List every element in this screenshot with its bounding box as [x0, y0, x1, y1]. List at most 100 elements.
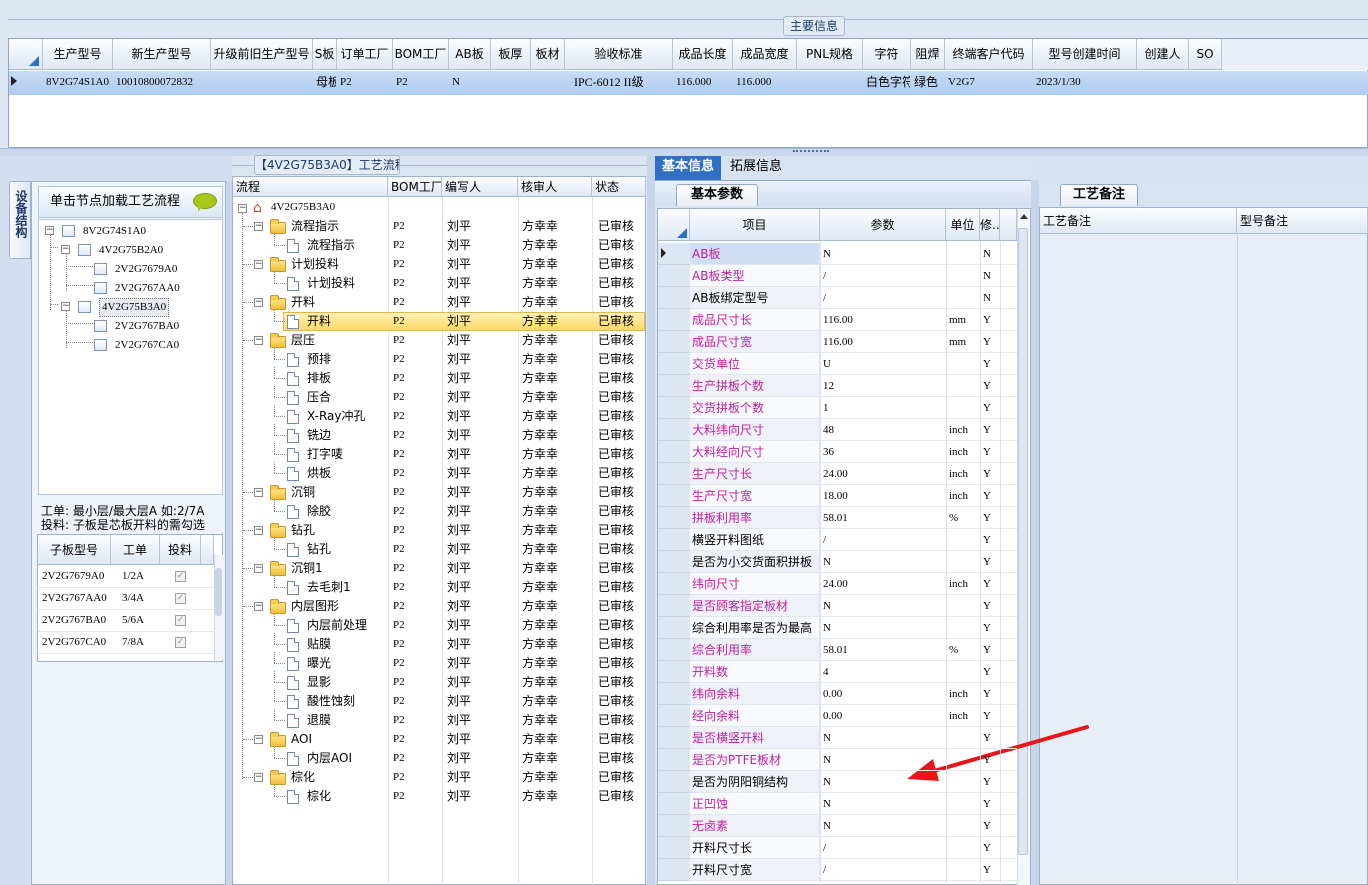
tree-node-4[interactable]: 4V2G75B3A0 — [99, 298, 170, 317]
row-indicator-cell[interactable] — [658, 331, 690, 353]
flow-step-18[interactable]: 沉铜1 — [291, 559, 323, 578]
cell-0[interactable]: 8V2G74S1A0 — [46, 73, 112, 92]
flow-col-0[interactable]: 流程 — [233, 177, 388, 197]
param-value-2[interactable]: / — [823, 287, 826, 309]
col-header-1[interactable]: 新生产型号 — [113, 39, 211, 70]
param-value-12[interactable]: 58.01 — [823, 507, 848, 529]
param-value-16[interactable]: N — [823, 595, 831, 617]
expander-14[interactable]: − — [254, 488, 263, 497]
row-indicator-cell[interactable] — [658, 551, 690, 573]
col-header-2[interactable]: 升级前旧生产型号 — [211, 39, 313, 70]
flow-substep-21[interactable]: 内层前处理 — [307, 616, 367, 635]
row-indicator-cell[interactable] — [658, 463, 690, 485]
horizontal-splitter[interactable] — [0, 148, 1368, 156]
col-header-5[interactable]: BOM工厂 — [393, 39, 449, 70]
expander-29[interactable]: − — [254, 773, 263, 782]
scroll-up-icon[interactable] — [1020, 214, 1028, 219]
param-value-27[interactable]: / — [823, 837, 826, 859]
sub-row-model[interactable]: 2V2G767BA0 — [42, 611, 106, 630]
sub-row-workorder[interactable]: 5/6A — [122, 611, 144, 630]
param-value-1[interactable]: / — [823, 265, 826, 287]
param-value-28[interactable]: / — [823, 859, 826, 881]
flow-substep-19[interactable]: 去毛刺1 — [307, 578, 351, 597]
cell-18[interactable] — [1192, 73, 1221, 92]
sub-row-workorder[interactable]: 1/2A — [122, 567, 144, 586]
param-value-23[interactable]: N — [823, 749, 831, 771]
cell-6[interactable]: N — [452, 73, 490, 92]
flow-step-27[interactable]: AOI — [291, 730, 312, 749]
cell-15[interactable]: V2G7 — [948, 73, 1032, 92]
flow-substep-8[interactable]: 排板 — [307, 369, 331, 388]
flow-step-20[interactable]: 内层图形 — [291, 597, 339, 616]
col-header-12[interactable]: PNL规格 — [797, 39, 863, 70]
cell-9[interactable]: IPC-6012 II级 — [568, 73, 672, 92]
col-header-15[interactable]: 终端客户代码 — [945, 39, 1033, 70]
col-header-3[interactable]: S板 — [313, 39, 337, 70]
param-value-3[interactable]: 116.00 — [823, 309, 853, 331]
row-indicator-cell[interactable] — [658, 441, 690, 463]
param-item-11[interactable]: 生产尺寸宽 — [692, 485, 820, 507]
cell-17[interactable] — [1140, 73, 1188, 92]
param-value-24[interactable]: N — [823, 771, 831, 793]
flow-substep-28[interactable]: 内层AOI — [307, 749, 352, 768]
subtab-basic-params[interactable]: 基本参数 — [676, 184, 758, 206]
col-header-4[interactable]: 订单工厂 — [337, 39, 393, 70]
sub-row-workorder[interactable]: 3/4A — [122, 589, 144, 608]
params-col-0[interactable]: 项目 — [690, 209, 820, 241]
tab-basic-info[interactable]: 基本信息 — [655, 156, 721, 180]
col-header-0[interactable]: 生产型号 — [43, 39, 113, 70]
row-indicator-cell[interactable] — [658, 595, 690, 617]
param-item-18[interactable]: 综合利用率 — [692, 639, 820, 661]
params-col-1[interactable]: 参数 — [820, 209, 946, 241]
flow-substep-30[interactable]: 棕化 — [307, 787, 331, 806]
cell-12[interactable] — [800, 73, 862, 92]
flow-substep-1[interactable]: 流程指示 — [307, 236, 355, 255]
param-item-17[interactable]: 综合利用率是否为最高 — [692, 617, 820, 639]
sub-row-model[interactable]: 2V2G767CA0 — [42, 633, 106, 652]
param-value-9[interactable]: 36 — [823, 441, 834, 463]
param-value-26[interactable]: N — [823, 815, 831, 837]
cell-1[interactable]: 10010800072832 — [116, 73, 210, 92]
flow-step-29[interactable]: 棕化 — [291, 768, 315, 787]
feed-checkbox[interactable]: ✓ — [175, 571, 186, 582]
sub-row-model[interactable]: 2V2G767AA0 — [42, 589, 107, 608]
tree-node-0[interactable]: 8V2G74S1A0 — [83, 222, 146, 241]
row-indicator-cell[interactable] — [658, 661, 690, 683]
tree-node-3[interactable]: 2V2G767AA0 — [115, 279, 180, 298]
cell-7[interactable] — [494, 73, 530, 92]
row-indicator-cell[interactable] — [658, 749, 690, 771]
param-value-25[interactable]: N — [823, 793, 831, 815]
param-value-4[interactable]: 116.00 — [823, 331, 853, 353]
feed-checkbox[interactable]: ✓ — [175, 615, 186, 626]
notes-col-process[interactable]: 工艺备注 — [1040, 208, 1237, 234]
param-value-10[interactable]: 24.00 — [823, 463, 848, 485]
cell-14[interactable]: 绿色 — [914, 73, 944, 92]
flow-step-14[interactable]: 沉铜 — [291, 483, 315, 502]
flow-substep-23[interactable]: 曝光 — [307, 654, 331, 673]
expander-6[interactable]: − — [254, 336, 263, 345]
param-item-10[interactable]: 生产尺寸长 — [692, 463, 820, 485]
cell-8[interactable] — [534, 73, 564, 92]
param-value-20[interactable]: 0.00 — [823, 683, 842, 705]
cell-2[interactable] — [214, 73, 312, 92]
flow-step-4[interactable]: 开料 — [291, 293, 315, 312]
flow-root[interactable]: 4V2G75B3A0 — [271, 198, 335, 217]
row-indicator-cell[interactable] — [658, 309, 690, 331]
flow-step-2[interactable]: 计划投料 — [291, 255, 339, 274]
param-item-19[interactable]: 开料数 — [692, 661, 820, 683]
tree-node-1[interactable]: 4V2G75B2A0 — [99, 241, 163, 260]
param-item-2[interactable]: AB板绑定型号 — [692, 287, 820, 309]
param-item-7[interactable]: 交货拼板个数 — [692, 397, 820, 419]
tree-node-5[interactable]: 2V2G767BA0 — [115, 317, 179, 336]
cell-10[interactable]: 116.000 — [676, 73, 732, 92]
sub-col-feed[interactable]: 投料 — [160, 535, 201, 565]
sub-col-workorder[interactable]: 工单 — [111, 535, 160, 565]
flow-substep-24[interactable]: 显影 — [307, 673, 331, 692]
row-indicator-cell[interactable] — [658, 793, 690, 815]
expander-4[interactable]: − — [254, 298, 263, 307]
param-value-5[interactable]: U — [823, 353, 831, 375]
param-item-14[interactable]: 是否为小交货面积拼板 — [692, 551, 820, 573]
param-item-6[interactable]: 生产拼板个数 — [692, 375, 820, 397]
flow-substep-12[interactable]: 打字唛 — [307, 445, 343, 464]
params-col-2[interactable]: 单位 — [946, 209, 980, 241]
